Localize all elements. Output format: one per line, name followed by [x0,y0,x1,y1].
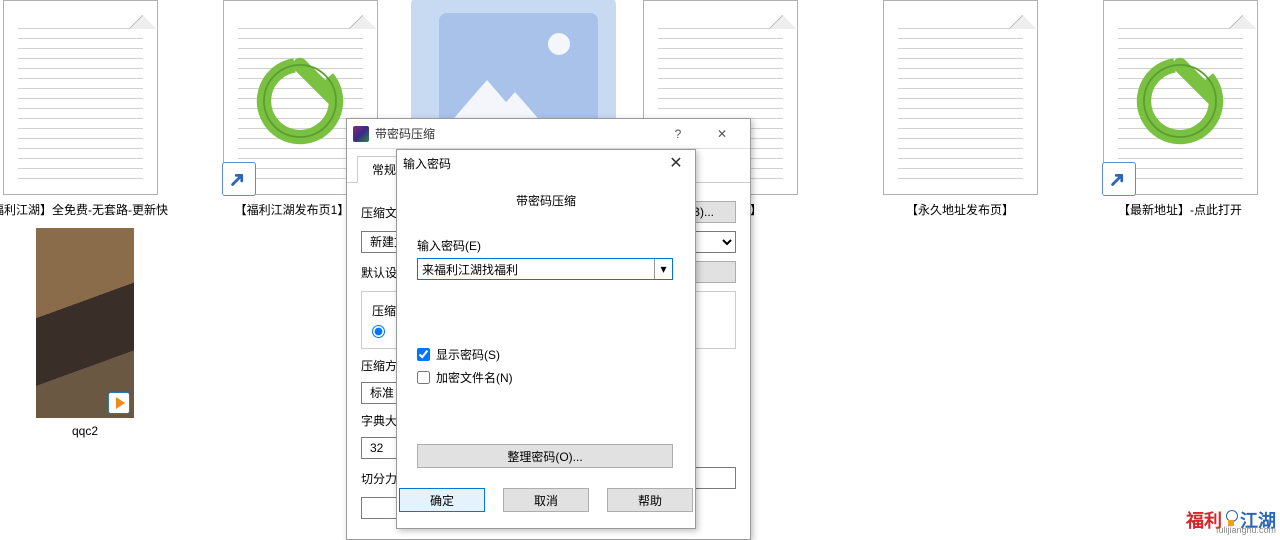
show-password-check[interactable] [417,348,430,361]
default-label: 默认设 [361,264,397,281]
method-label: 压缩方 [361,357,397,374]
browser-e-icon [255,56,345,146]
split-label: 切分力 [361,470,397,487]
browser-e-icon [1135,56,1225,146]
file-label: qqc2 [30,424,140,438]
video-thumbnail [36,228,134,418]
titlebar[interactable]: 输入密码 ✕ [397,150,695,176]
password-input[interactable] [418,259,654,279]
close-icon[interactable]: ✕ [700,120,744,148]
file-label: 【最新地址】-点此打开 [1090,201,1270,218]
show-password-label: 显示密码(S) [436,346,500,363]
dict-label: 字典大 [361,412,397,429]
dialog-title: 输入密码 [403,155,663,172]
password-dialog: 输入密码 ✕ 带密码压缩 输入密码(E) ▾ 显示密码(S) 加密文件名(N) … [396,149,696,529]
file-label: 福利江湖】全免费-无套路-更新快 [0,201,170,218]
file-txt-3[interactable]: 【永久地址发布页】 [870,0,1050,218]
help-button[interactable]: ? [656,120,700,148]
file-label: 【永久地址发布页】 [870,201,1050,218]
titlebar[interactable]: 带密码压缩 ? ✕ [347,119,750,149]
password-combo[interactable]: ▾ [417,258,673,280]
encrypt-names-checkbox[interactable]: 加密文件名(N) [417,369,675,386]
watermark: 福利 江湖 fulijianghu.com [1186,507,1276,533]
file-ie-2[interactable]: 【最新地址】-点此打开 [1090,0,1270,218]
ok-button[interactable]: 确定 [399,488,485,512]
close-icon[interactable]: ✕ [663,153,689,173]
shortcut-arrow-icon [1102,162,1136,196]
dialog-subtitle: 带密码压缩 [417,192,675,209]
compress-file-label: 压缩文 [361,204,397,221]
shortcut-arrow-icon [222,162,256,196]
cancel-button[interactable]: 取消 [503,488,589,512]
password-label: 输入密码(E) [417,237,675,254]
watermark-url: fulijianghu.com [1216,525,1276,535]
show-password-checkbox[interactable]: 显示密码(S) [417,346,675,363]
encrypt-names-check[interactable] [417,371,430,384]
compress-radio[interactable] [372,325,385,338]
chevron-down-icon[interactable]: ▾ [654,259,672,279]
play-icon [108,392,130,414]
app-icon [353,126,369,142]
help-button[interactable]: 帮助 [607,488,693,512]
file-txt-1[interactable]: 福利江湖】全免费-无套路-更新快 [0,0,170,218]
manage-passwords-button[interactable]: 整理密码(O)... [417,444,673,468]
file-video[interactable]: qqc2 [30,228,140,438]
encrypt-names-label: 加密文件名(N) [436,369,513,386]
dialog-title: 带密码压缩 [375,125,656,142]
